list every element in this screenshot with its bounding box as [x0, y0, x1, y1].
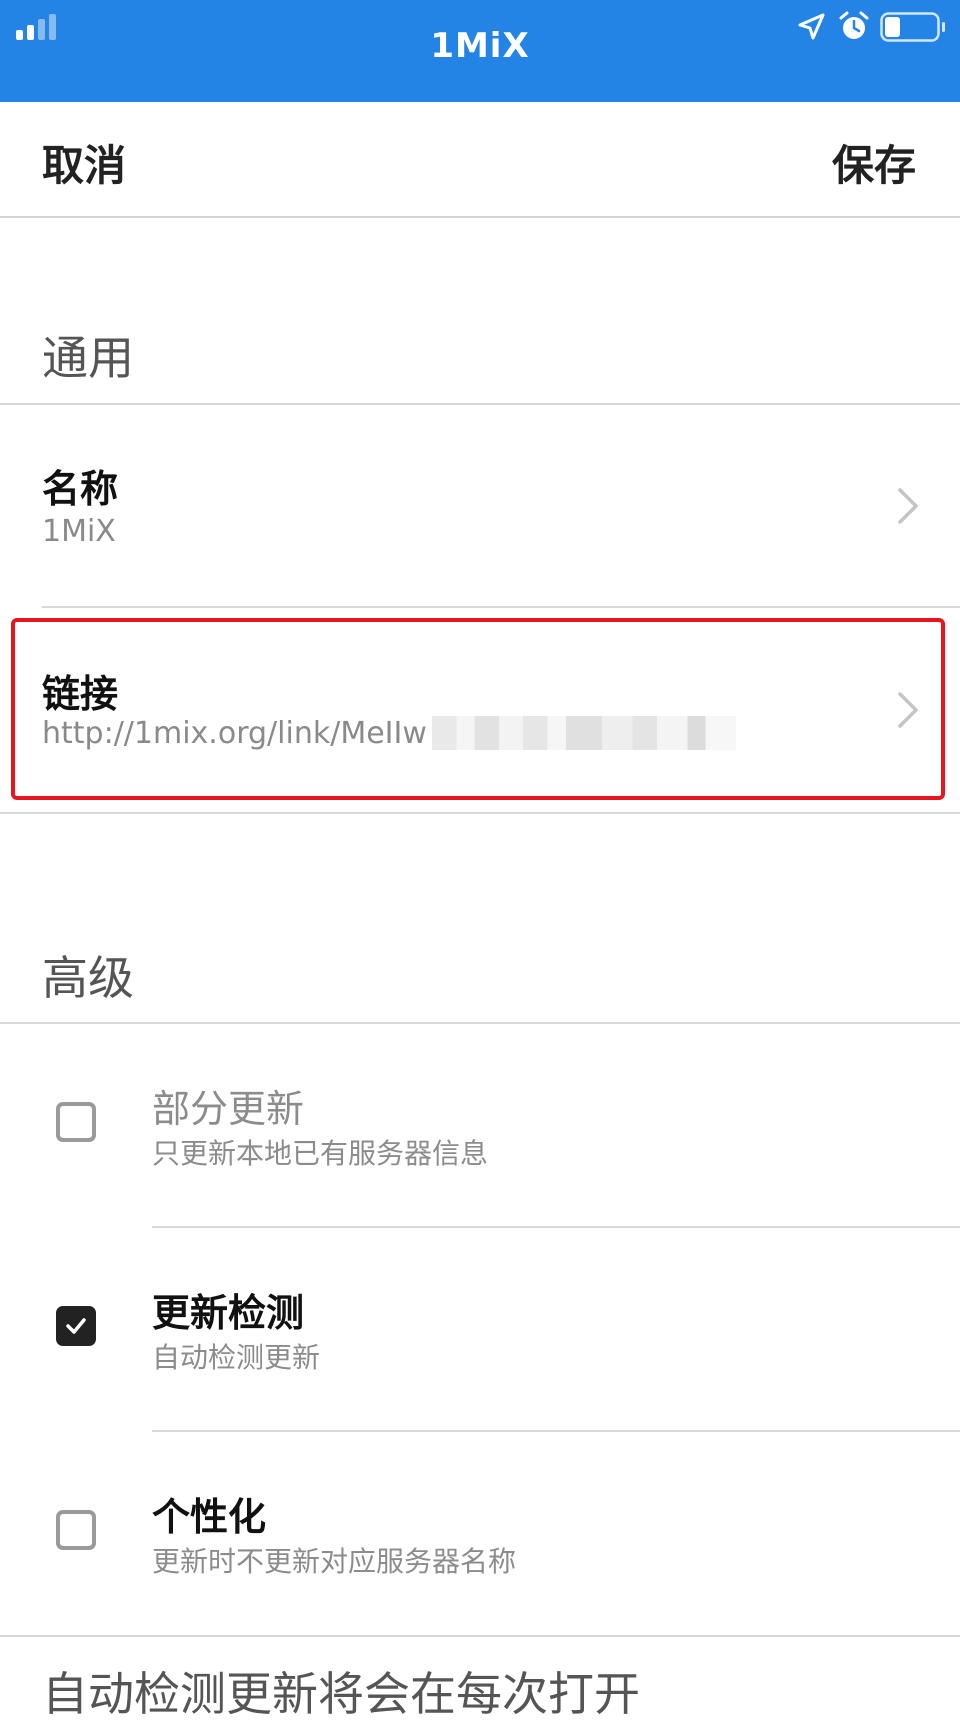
footer-note: 自动检测更新将会在每次打开 [42, 1667, 640, 1721]
save-button[interactable]: 保存 [832, 132, 916, 193]
divider [0, 403, 960, 405]
option-subtitle: 只更新本地已有服务器信息 [152, 1137, 489, 1170]
checkbox-personalize[interactable] [56, 1510, 96, 1550]
location-arrow-icon [798, 13, 825, 40]
cancel-button[interactable]: 取消 [42, 132, 126, 193]
checkbox-update-check[interactable] [56, 1306, 96, 1346]
checkmark-icon [66, 1318, 86, 1334]
divider [0, 812, 960, 814]
divider [152, 1226, 960, 1228]
checkbox-partial-update[interactable] [56, 1102, 96, 1142]
nav-bar: 取消 保存 [0, 102, 960, 218]
name-value: 1MiX [42, 514, 116, 549]
alarm-clock-icon [839, 11, 869, 39]
divider [152, 1430, 960, 1432]
option-subtitle: 更新时不更新对应服务器名称 [152, 1545, 517, 1578]
section-header-advanced: 高级 [42, 951, 134, 1005]
option-title: 部分更新 [152, 1087, 305, 1131]
highlight-frame [11, 618, 945, 800]
divider [0, 1022, 960, 1024]
option-subtitle: 自动检测更新 [152, 1341, 321, 1374]
battery-icon [880, 12, 945, 42]
section-header-general: 通用 [42, 331, 134, 385]
name-title: 名称 [42, 467, 119, 511]
status-bar: 1MiX [0, 0, 960, 102]
chevron-right-icon [898, 488, 918, 524]
divider [0, 1635, 960, 1637]
option-title: 个性化 [152, 1495, 267, 1539]
option-title: 更新检测 [152, 1291, 305, 1335]
divider [42, 606, 960, 608]
